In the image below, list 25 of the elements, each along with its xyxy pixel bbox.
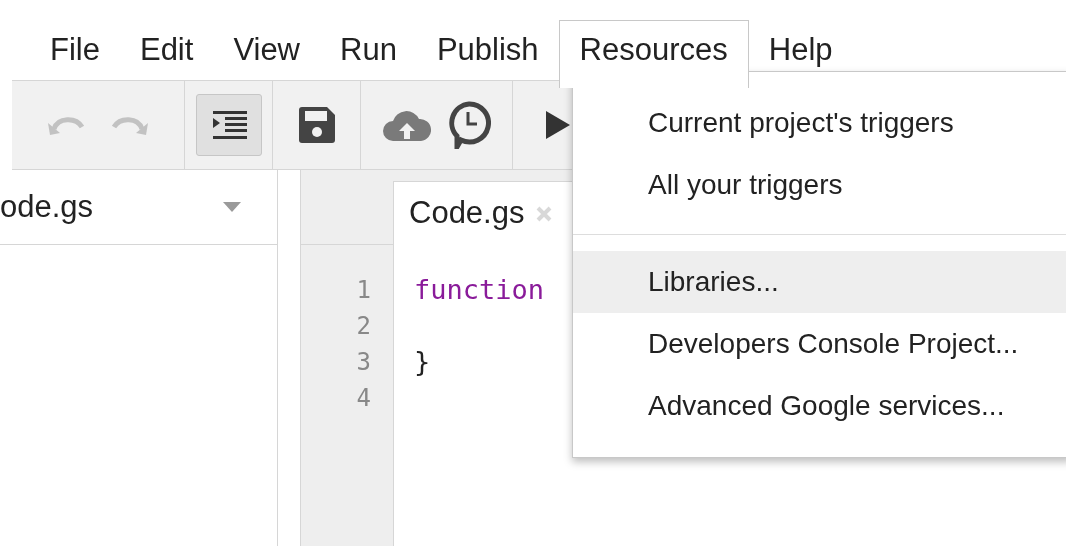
code-line: function: [414, 273, 545, 307]
menu-item[interactable]: Publish: [416, 20, 559, 88]
menu-item[interactable]: Resources: [558, 20, 749, 88]
menu-item[interactable]: Help: [748, 20, 853, 88]
line-number: 2: [356, 311, 371, 342]
dropdown-item[interactable]: Developers Console Project...: [573, 313, 1066, 375]
menu-item[interactable]: Edit: [119, 20, 214, 88]
indent-button[interactable]: [195, 94, 262, 156]
dropdown-item[interactable]: Libraries...: [573, 251, 1066, 313]
menu-item[interactable]: File: [30, 20, 120, 88]
menu-item[interactable]: View: [213, 20, 320, 88]
cloud-upload-icon[interactable]: [382, 109, 431, 141]
menu-item[interactable]: Run: [320, 20, 417, 88]
line-number: 4: [356, 383, 371, 414]
dropdown-item[interactable]: Advanced Google services...: [573, 375, 1066, 437]
save-icon[interactable]: [298, 107, 335, 143]
file-name[interactable]: ode.gs: [0, 183, 94, 231]
play-icon[interactable]: [546, 111, 570, 139]
code-line: }: [414, 345, 432, 379]
line-number: 1: [356, 275, 371, 306]
caret-icon[interactable]: [223, 202, 241, 212]
clock-icon[interactable]: [446, 101, 491, 149]
indent-icon: [210, 111, 247, 139]
tab-label: Code.gs: [409, 194, 525, 233]
line-number: 3: [356, 347, 371, 378]
